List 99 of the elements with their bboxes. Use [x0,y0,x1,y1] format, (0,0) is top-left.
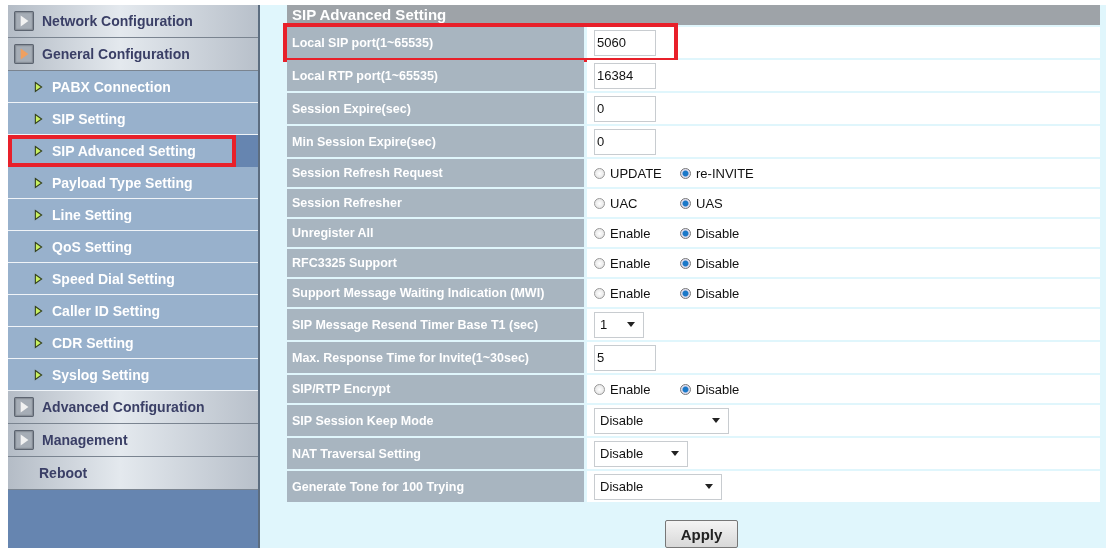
field-label: SIP Session Keep Mode [287,405,584,436]
submenu-label: SIP Advanced Setting [52,142,196,159]
radio-button[interactable] [680,383,691,395]
submenu-label: Speed Dial Setting [52,270,175,287]
triangle-icon [34,336,43,349]
submenu-label: Line Setting [52,206,133,223]
expand-icon [14,430,34,450]
triangle-icon [34,80,43,93]
radio-button[interactable] [680,287,691,299]
section-title: SIP Advanced Setting [287,5,1100,25]
caret-icon [705,484,713,489]
triangle-icon [34,112,43,125]
menu-group[interactable]: Network Configuration [8,5,258,38]
submenu-label: Caller ID Setting [52,302,161,319]
menu-group-label: Advanced Configuration [42,399,205,415]
input-field[interactable]: 5 [594,344,656,371]
caret-icon [712,418,720,423]
field-label: Session Expire(sec) [287,93,584,124]
field-label: RFC3325 Support [287,249,584,277]
dropdown[interactable]: Disable [594,407,729,434]
submenu-label: CDR Setting [52,334,134,351]
input-field[interactable]: 0 [594,128,656,155]
radio-label: UAS [696,195,723,211]
radio-label: Enable [610,285,651,301]
submenu-label: QoS Setting [52,238,133,255]
field-label: Local RTP port(1~65535) [287,60,584,91]
radio-option[interactable]: UPDATE [594,165,680,181]
radio-label: Disable [696,225,740,241]
radio-option[interactable]: Enable [594,285,680,301]
field-label: NAT Traversal Setting [287,438,584,469]
radio-button[interactable] [594,383,605,395]
radio-button[interactable] [594,287,605,299]
input-field[interactable]: 16384 [594,62,656,89]
radio-button[interactable] [680,257,691,269]
submenu-label: SIP Setting [52,110,126,127]
expand-icon [14,397,34,417]
field-label: Support Message Waiting Indication (MWI) [287,279,584,307]
radio-label: Disable [696,381,740,397]
triangle-icon [34,368,43,381]
radio-label: Enable [610,225,651,241]
radio-option[interactable]: Disable [680,255,740,271]
dropdown[interactable]: Disable [594,473,722,500]
radio-button[interactable] [594,197,605,209]
triangle-icon [34,240,43,253]
expand-icon [14,11,34,31]
radio-label: UAC [610,195,638,211]
radio-option[interactable]: Disable [680,381,740,397]
menu-group[interactable]: General Configuration [8,38,258,71]
field-label: Min Session Expire(sec) [287,126,584,157]
menu-group-label: General Configuration [42,46,190,62]
field-label: Max. Response Time for Invite(1~30sec) [287,342,584,373]
triangle-icon [34,208,43,221]
radio-label: Enable [610,381,651,397]
field-label: Session Refresh Request [287,159,584,187]
radio-button[interactable] [594,227,605,239]
radio-label: Disable [696,255,740,271]
field-label: SIP/RTP Encrypt [287,375,584,403]
caret-icon [671,451,679,456]
field-label: Generate Tone for 100 Trying [287,471,584,502]
field-label: Session Refresher [287,189,584,217]
menu-item[interactable]: Reboot [8,457,258,490]
expand-icon [14,44,34,64]
menu-group[interactable]: Management [8,424,258,457]
field-label: SIP Message Resend Timer Base T1 (sec) [287,309,584,340]
caret-icon [627,322,635,327]
triangle-icon [34,272,43,285]
input-field[interactable]: 5060 [594,29,656,56]
radio-option[interactable]: Disable [680,225,740,241]
radio-label: re-INVITE [696,165,754,181]
input-field[interactable]: 0 [594,95,656,122]
dropdown[interactable]: Disable [594,440,688,467]
submenu-label: Payload Type Setting [52,174,193,191]
radio-label: Disable [696,285,740,301]
triangle-icon [34,304,43,317]
apply-button[interactable]: Apply [665,520,738,548]
radio-option[interactable]: UAS [680,195,723,211]
radio-option[interactable]: UAC [594,195,680,211]
radio-option[interactable]: Enable [594,381,680,397]
radio-button[interactable] [680,227,691,239]
menu-group-label: Management [42,432,128,448]
submenu-label: PABX Connection [52,78,171,95]
field-label: Local SIP port(1~65535) [287,27,584,58]
dropdown[interactable]: 1 [594,311,644,338]
radio-button[interactable] [680,167,691,179]
radio-option[interactable]: re-INVITE [680,165,754,181]
radio-label: Enable [610,255,651,271]
radio-label: UPDATE [610,165,662,181]
submenu-label: Syslog Setting [52,366,150,383]
triangle-icon [34,144,43,157]
triangle-icon [34,176,43,189]
radio-button[interactable] [594,167,605,179]
radio-button[interactable] [594,257,605,269]
radio-option[interactable]: Enable [594,225,680,241]
menu-group[interactable]: Advanced Configuration [8,391,258,424]
radio-option[interactable]: Disable [680,285,740,301]
radio-button[interactable] [680,197,691,209]
field-label: Unregister All [287,219,584,247]
menu-group-label: Network Configuration [42,13,193,29]
radio-option[interactable]: Enable [594,255,680,271]
